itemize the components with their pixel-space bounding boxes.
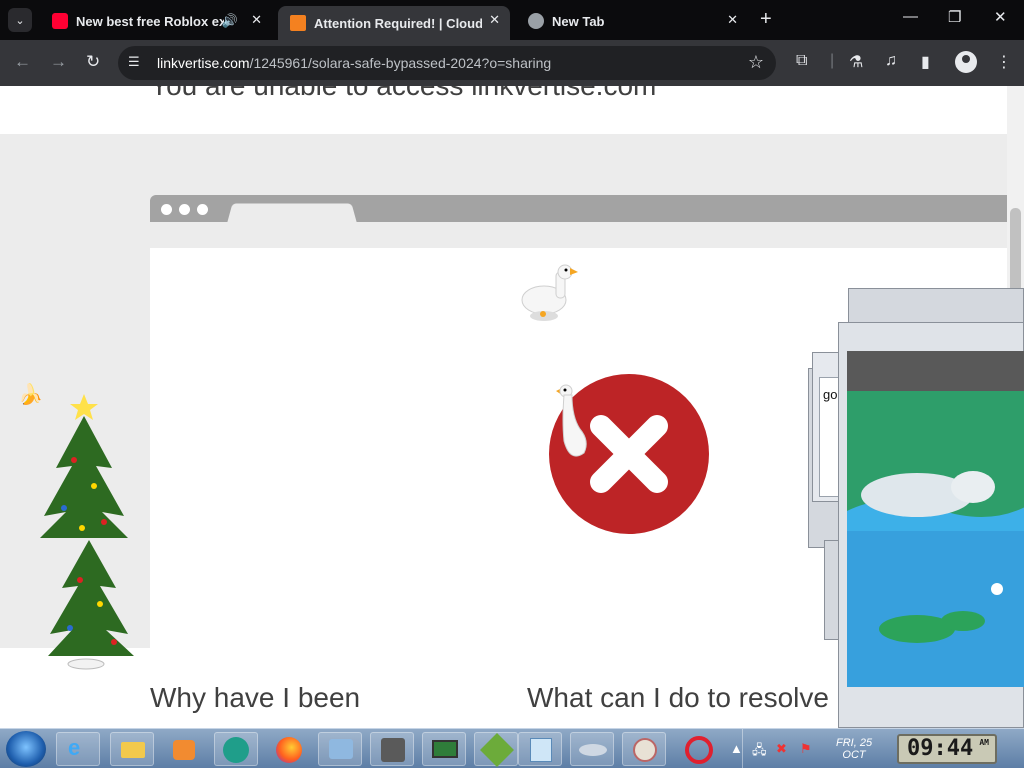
file-explorer-icon[interactable] [110,732,154,766]
tools-app-icon[interactable] [370,732,414,766]
address-bar[interactable]: ☰ linkvertise.com/1245961/solara-safe-by… [118,46,776,80]
illustration-dot [161,204,172,215]
video-window-titlebar [847,351,1024,391]
volume-muted-icon[interactable]: ✖ [776,741,787,757]
browser-toolbar: ← → ↻ ☰ linkvertise.com/1245961/solara-s… [0,40,1024,86]
browser-illustration-bar [150,195,1007,223]
tab-search-button[interactable]: ⌄ [8,8,32,32]
tab-title: Attention Required! | Cloudflare [314,15,482,31]
bookmark-star-icon[interactable]: ☆ [748,52,764,73]
media-control-icon[interactable]: ♫ [885,52,897,70]
tab-new-tab[interactable]: New Tab ✕ [516,6,748,36]
green-app-icon[interactable] [474,732,518,767]
cloudflare-icon [290,15,306,31]
minimize-button[interactable]: — [903,8,918,25]
video-window[interactable] [838,322,1024,728]
url-text[interactable]: linkvertise.com/1245961/solara-safe-bypa… [157,55,551,71]
ufo-app-icon[interactable] [570,732,614,766]
media-player-icon[interactable] [160,732,204,766]
page-heading: You are unable to access linkvertise.com [150,86,656,102]
back-button[interactable]: ← [14,52,31,72]
globe-icon [528,13,544,29]
profile-avatar-icon[interactable] [955,51,977,73]
new-tab-button[interactable]: + [760,8,772,31]
illustration-dot [197,204,208,215]
tab-youtube[interactable]: New best free Roblox exec 🔊 ✕ [40,6,272,36]
pond-video-frame[interactable] [847,391,1024,687]
monitor-app-icon[interactable] [422,732,466,766]
tab-title: New best free Roblox exec [76,13,224,29]
firefox-icon[interactable] [266,732,310,766]
show-hidden-icons-icon[interactable]: ▲ [730,741,743,756]
close-tab-icon[interactable]: ✕ [489,12,500,28]
labs-flask-icon[interactable]: ⚗ [849,52,863,72]
control-panel-icon[interactable] [318,732,362,766]
reload-button[interactable]: ↻ [86,52,100,72]
extensions-icon[interactable]: ⧉ [796,52,807,70]
site-info-icon[interactable]: ☰ [128,54,140,70]
tab-title: New Tab [552,13,605,29]
action-center-icon[interactable]: ⚑ [800,741,812,757]
tab-cloudflare[interactable]: Attention Required! | Cloudflare ✕ [278,6,510,40]
youtube-icon [52,13,68,29]
banana-cursor-icon: 🍌 [18,384,43,406]
date-display[interactable]: FRI, 25 OCT [836,737,872,761]
page-header: You are unable to access linkvertise.com [0,86,1007,134]
start-button[interactable] [6,731,46,767]
forward-button[interactable]: → [50,52,67,72]
toolbar-divider: | [830,52,835,69]
browser-app-icon[interactable] [214,732,258,766]
close-tab-icon[interactable]: ✕ [727,12,738,28]
close-window-button[interactable]: ✕ [994,8,1007,26]
illustration-dot [179,204,190,215]
goose-sprite [556,384,587,457]
notepad-text: go [823,387,838,402]
close-tab-icon[interactable]: ✕ [251,12,262,28]
paint-app-icon[interactable] [622,732,666,766]
tab-strip: ⌄ New best free Roblox exec 🔊 ✕ Attentio… [0,0,1024,40]
side-panel-icon[interactable]: ▮ [921,52,930,72]
speaker-icon[interactable]: 🔊 [222,13,238,29]
christmas-tree-icon [40,394,134,670]
clock-display[interactable]: 09:44 AM [897,734,997,764]
network-icon[interactable]: 🖧 [752,741,767,763]
internet-explorer-icon[interactable]: e [56,732,100,766]
opera-icon[interactable] [676,732,720,766]
illustration-tab [227,203,357,223]
resolve-heading: What can I do to resolve [527,682,829,713]
goose-sprite [521,264,578,321]
restore-button[interactable]: ❐ [948,8,961,26]
menu-kebab-icon[interactable]: ⋮ [996,52,1012,72]
notepad-app-icon[interactable] [518,732,562,766]
taskbar: e ▲ 🖧 ✖ ⚑ FRI, 25 OCT 09:44 AM [0,728,1024,769]
why-blocked-heading: Why have I been [150,682,361,713]
